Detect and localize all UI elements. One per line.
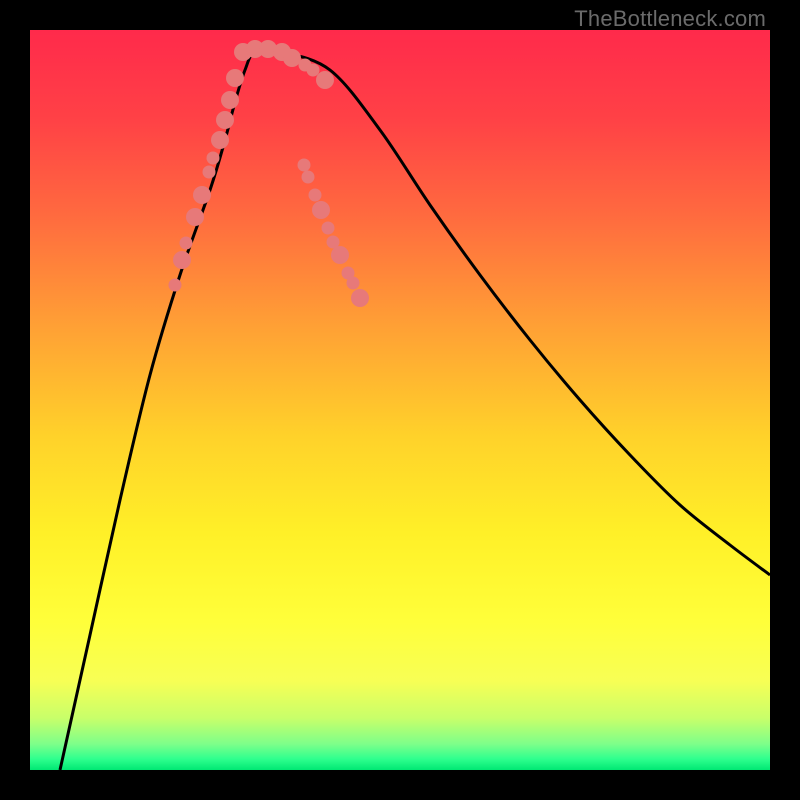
data-point bbox=[193, 186, 211, 204]
watermark-text: TheBottleneck.com bbox=[574, 6, 766, 32]
chart-container: TheBottleneck.com bbox=[0, 0, 800, 800]
data-point bbox=[298, 159, 311, 172]
data-point bbox=[312, 201, 330, 219]
data-point bbox=[207, 152, 220, 165]
data-point bbox=[203, 166, 216, 179]
data-point bbox=[226, 69, 244, 87]
data-point bbox=[216, 111, 234, 129]
data-point bbox=[186, 208, 204, 226]
data-point bbox=[180, 237, 193, 250]
curve-path bbox=[60, 50, 770, 770]
data-point bbox=[173, 251, 191, 269]
data-point bbox=[347, 277, 360, 290]
data-point bbox=[169, 279, 182, 292]
plot-area bbox=[30, 30, 770, 770]
data-point bbox=[351, 289, 369, 307]
data-point bbox=[307, 64, 320, 77]
data-point bbox=[211, 131, 229, 149]
data-point bbox=[221, 91, 239, 109]
data-point bbox=[316, 71, 334, 89]
data-point bbox=[322, 222, 335, 235]
data-point bbox=[309, 189, 322, 202]
data-point bbox=[331, 246, 349, 264]
data-point bbox=[302, 171, 315, 184]
data-point bbox=[283, 49, 301, 67]
curve-layer bbox=[30, 30, 770, 770]
